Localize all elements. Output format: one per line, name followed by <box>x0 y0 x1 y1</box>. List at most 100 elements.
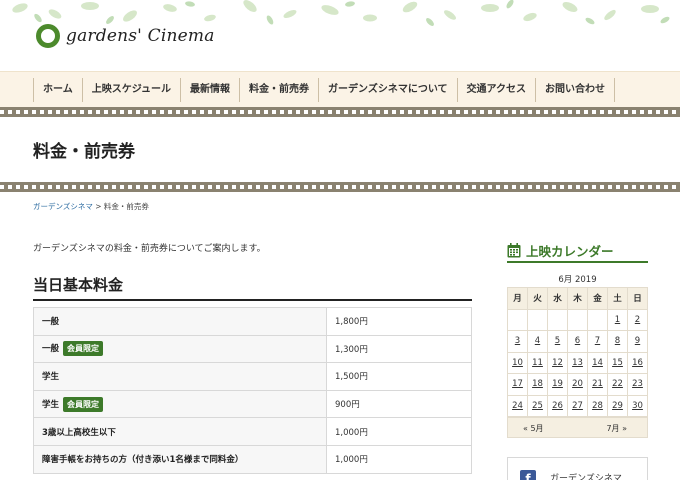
calendar-widget-title: 上映カレンダー <box>507 239 648 263</box>
calendar-day-cell: 22 <box>607 373 628 396</box>
calendar-week-row: 3 4 5 6 7 8 9 <box>507 330 648 353</box>
calendar-next-month-link[interactable]: 7月 » <box>606 423 627 434</box>
calendar-day-link[interactable]: 2 <box>635 315 640 325</box>
table-row: 一般 1,800円 <box>33 307 472 336</box>
calendar-day-link[interactable]: 20 <box>572 379 583 389</box>
calendar-day-link[interactable]: 12 <box>552 358 563 368</box>
fee-label-text: 一般 <box>42 344 60 355</box>
calendar-day-link[interactable]: 11 <box>532 358 543 368</box>
fee-label: 障害手帳をお持ちの方（付き添い1名様まで同料金） <box>33 444 327 474</box>
calendar-day-cell: 10 <box>507 351 528 374</box>
calendar-day-link[interactable]: 23 <box>632 379 643 389</box>
nav-item-news[interactable]: 最新情報 <box>180 78 239 102</box>
calendar-day-link[interactable]: 17 <box>512 379 523 389</box>
calendar-day-cell: 19 <box>547 373 568 396</box>
calendar-weekday-row: 月火水木金土日 <box>507 287 648 310</box>
calendar-day-link[interactable]: 18 <box>532 379 543 389</box>
fee-price: 1,000円 <box>326 417 472 446</box>
calendar-nav: « 5月 7月 » <box>507 417 648 438</box>
calendar-day-link[interactable]: 26 <box>552 401 563 411</box>
calendar-day-cell: 30 <box>627 394 648 417</box>
calendar-day-link[interactable]: 14 <box>592 358 603 368</box>
calendar-day-link[interactable]: 1 <box>615 315 620 325</box>
calendar-day-link[interactable]: 21 <box>592 379 603 389</box>
calendar-weekday: 月 <box>507 287 528 310</box>
fee-label: 学生 <box>33 362 327 391</box>
calendar-day-link[interactable]: 28 <box>592 401 603 411</box>
calendar-day-cell: 5 <box>547 330 568 353</box>
calendar-week-row: 10 11 12 13 14 15 16 <box>507 351 648 374</box>
fee-label: 3歳以上高校生以下 <box>33 417 327 446</box>
section-title: 当日基本料金 <box>33 274 472 301</box>
fee-label: 学生 会員限定 <box>33 389 327 419</box>
fee-label-text: 学生 <box>42 399 60 410</box>
main-nav: ホーム 上映スケジュール 最新情報 料金・前売券 ガーデンズシネマについて 交通… <box>0 71 680 107</box>
calendar-day-cell: 17 <box>507 373 528 396</box>
fee-price: 900円 <box>326 389 472 419</box>
calendar-icon <box>507 242 521 257</box>
calendar-day-link[interactable]: 15 <box>612 358 623 368</box>
film-strip-divider <box>0 107 680 117</box>
calendar-weekday: 火 <box>527 287 548 310</box>
calendar-day-link[interactable]: 6 <box>575 336 580 346</box>
calendar-empty-cell <box>567 308 588 331</box>
calendar-day-link[interactable]: 27 <box>572 401 583 411</box>
calendar-day-cell: 6 <box>567 330 588 353</box>
fee-label-text: 障害手帳をお持ちの方（付き添い1名様まで同料金） <box>42 455 244 466</box>
calendar-day-cell: 28 <box>587 394 608 417</box>
nav-item-schedule[interactable]: 上映スケジュール <box>81 78 180 102</box>
nav-item-access[interactable]: 交通アクセス <box>456 78 536 102</box>
calendar-day-link[interactable]: 16 <box>632 358 643 368</box>
calendar-month-caption: 6月 2019 <box>558 275 597 285</box>
intro-text: ガーデンズシネマの料金・前売券についてご案内します。 <box>33 244 266 254</box>
calendar-prev-month-link[interactable]: « 5月 <box>523 423 544 434</box>
calendar-day-link[interactable]: 29 <box>612 401 623 411</box>
calendar-day-cell: 13 <box>567 351 588 374</box>
logo-text: gardens' Cinema <box>66 26 215 46</box>
calendar-day-link[interactable]: 22 <box>612 379 623 389</box>
calendar-day-link[interactable]: 19 <box>552 379 563 389</box>
calendar-day-link[interactable]: 8 <box>615 336 620 346</box>
calendar-day-link[interactable]: 30 <box>632 401 643 411</box>
calendar-day-cell: 14 <box>587 351 608 374</box>
table-row: 一般 会員限定 1,300円 <box>33 334 472 364</box>
breadcrumb-separator: > <box>92 202 104 211</box>
site-logo[interactable]: gardens' Cinema <box>36 22 215 50</box>
calendar-day-link[interactable]: 25 <box>532 401 543 411</box>
table-row: 学生 会員限定 900円 <box>33 389 472 419</box>
calendar-day-cell: 8 <box>607 330 628 353</box>
calendar-day-link[interactable]: 9 <box>635 336 640 346</box>
calendar-day-link[interactable]: 3 <box>515 336 520 346</box>
calendar-day-cell: 15 <box>607 351 628 374</box>
fee-price: 1,300円 <box>326 334 472 364</box>
nav-item-pricing[interactable]: 料金・前売券 <box>239 78 318 102</box>
calendar-day-cell: 4 <box>527 330 548 353</box>
calendar-day-link[interactable]: 13 <box>572 358 583 368</box>
calendar-day-cell: 7 <box>587 330 608 353</box>
nav-item-about[interactable]: ガーデンズシネマについて <box>318 78 457 102</box>
calendar-weekday: 日 <box>627 287 648 310</box>
fee-label: 一般 会員限定 <box>33 334 327 364</box>
calendar-day-link[interactable]: 24 <box>512 401 523 411</box>
calendar-weekday: 水 <box>547 287 568 310</box>
calendar-empty-cell <box>547 308 568 331</box>
calendar-day-cell: 24 <box>507 394 528 417</box>
facebook-box[interactable]: f ガーデンズシネマ <box>507 457 648 480</box>
calendar-weekday: 土 <box>607 287 628 310</box>
breadcrumb-home-link[interactable]: ガーデンズシネマ <box>33 202 93 211</box>
calendar-day-link[interactable]: 10 <box>512 358 523 368</box>
calendar-day-link[interactable]: 7 <box>595 336 600 346</box>
fee-label-text: 一般 <box>42 317 60 328</box>
calendar-day-link[interactable]: 5 <box>555 336 560 346</box>
calendar-day-link[interactable]: 4 <box>535 336 540 346</box>
nav-item-home[interactable]: ホーム <box>33 78 82 102</box>
nav-item-contact[interactable]: お問い合わせ <box>535 78 616 102</box>
fee-price: 1,000円 <box>326 444 472 474</box>
facebook-icon: f <box>520 470 536 480</box>
breadcrumb-current: 料金・前売券 <box>103 202 149 211</box>
calendar-day-cell: 16 <box>627 351 648 374</box>
calendar-weekday: 金 <box>587 287 608 310</box>
calendar-day-cell: 18 <box>527 373 548 396</box>
table-row: 学生 1,500円 <box>33 362 472 391</box>
calendar-day-cell: 9 <box>627 330 648 353</box>
